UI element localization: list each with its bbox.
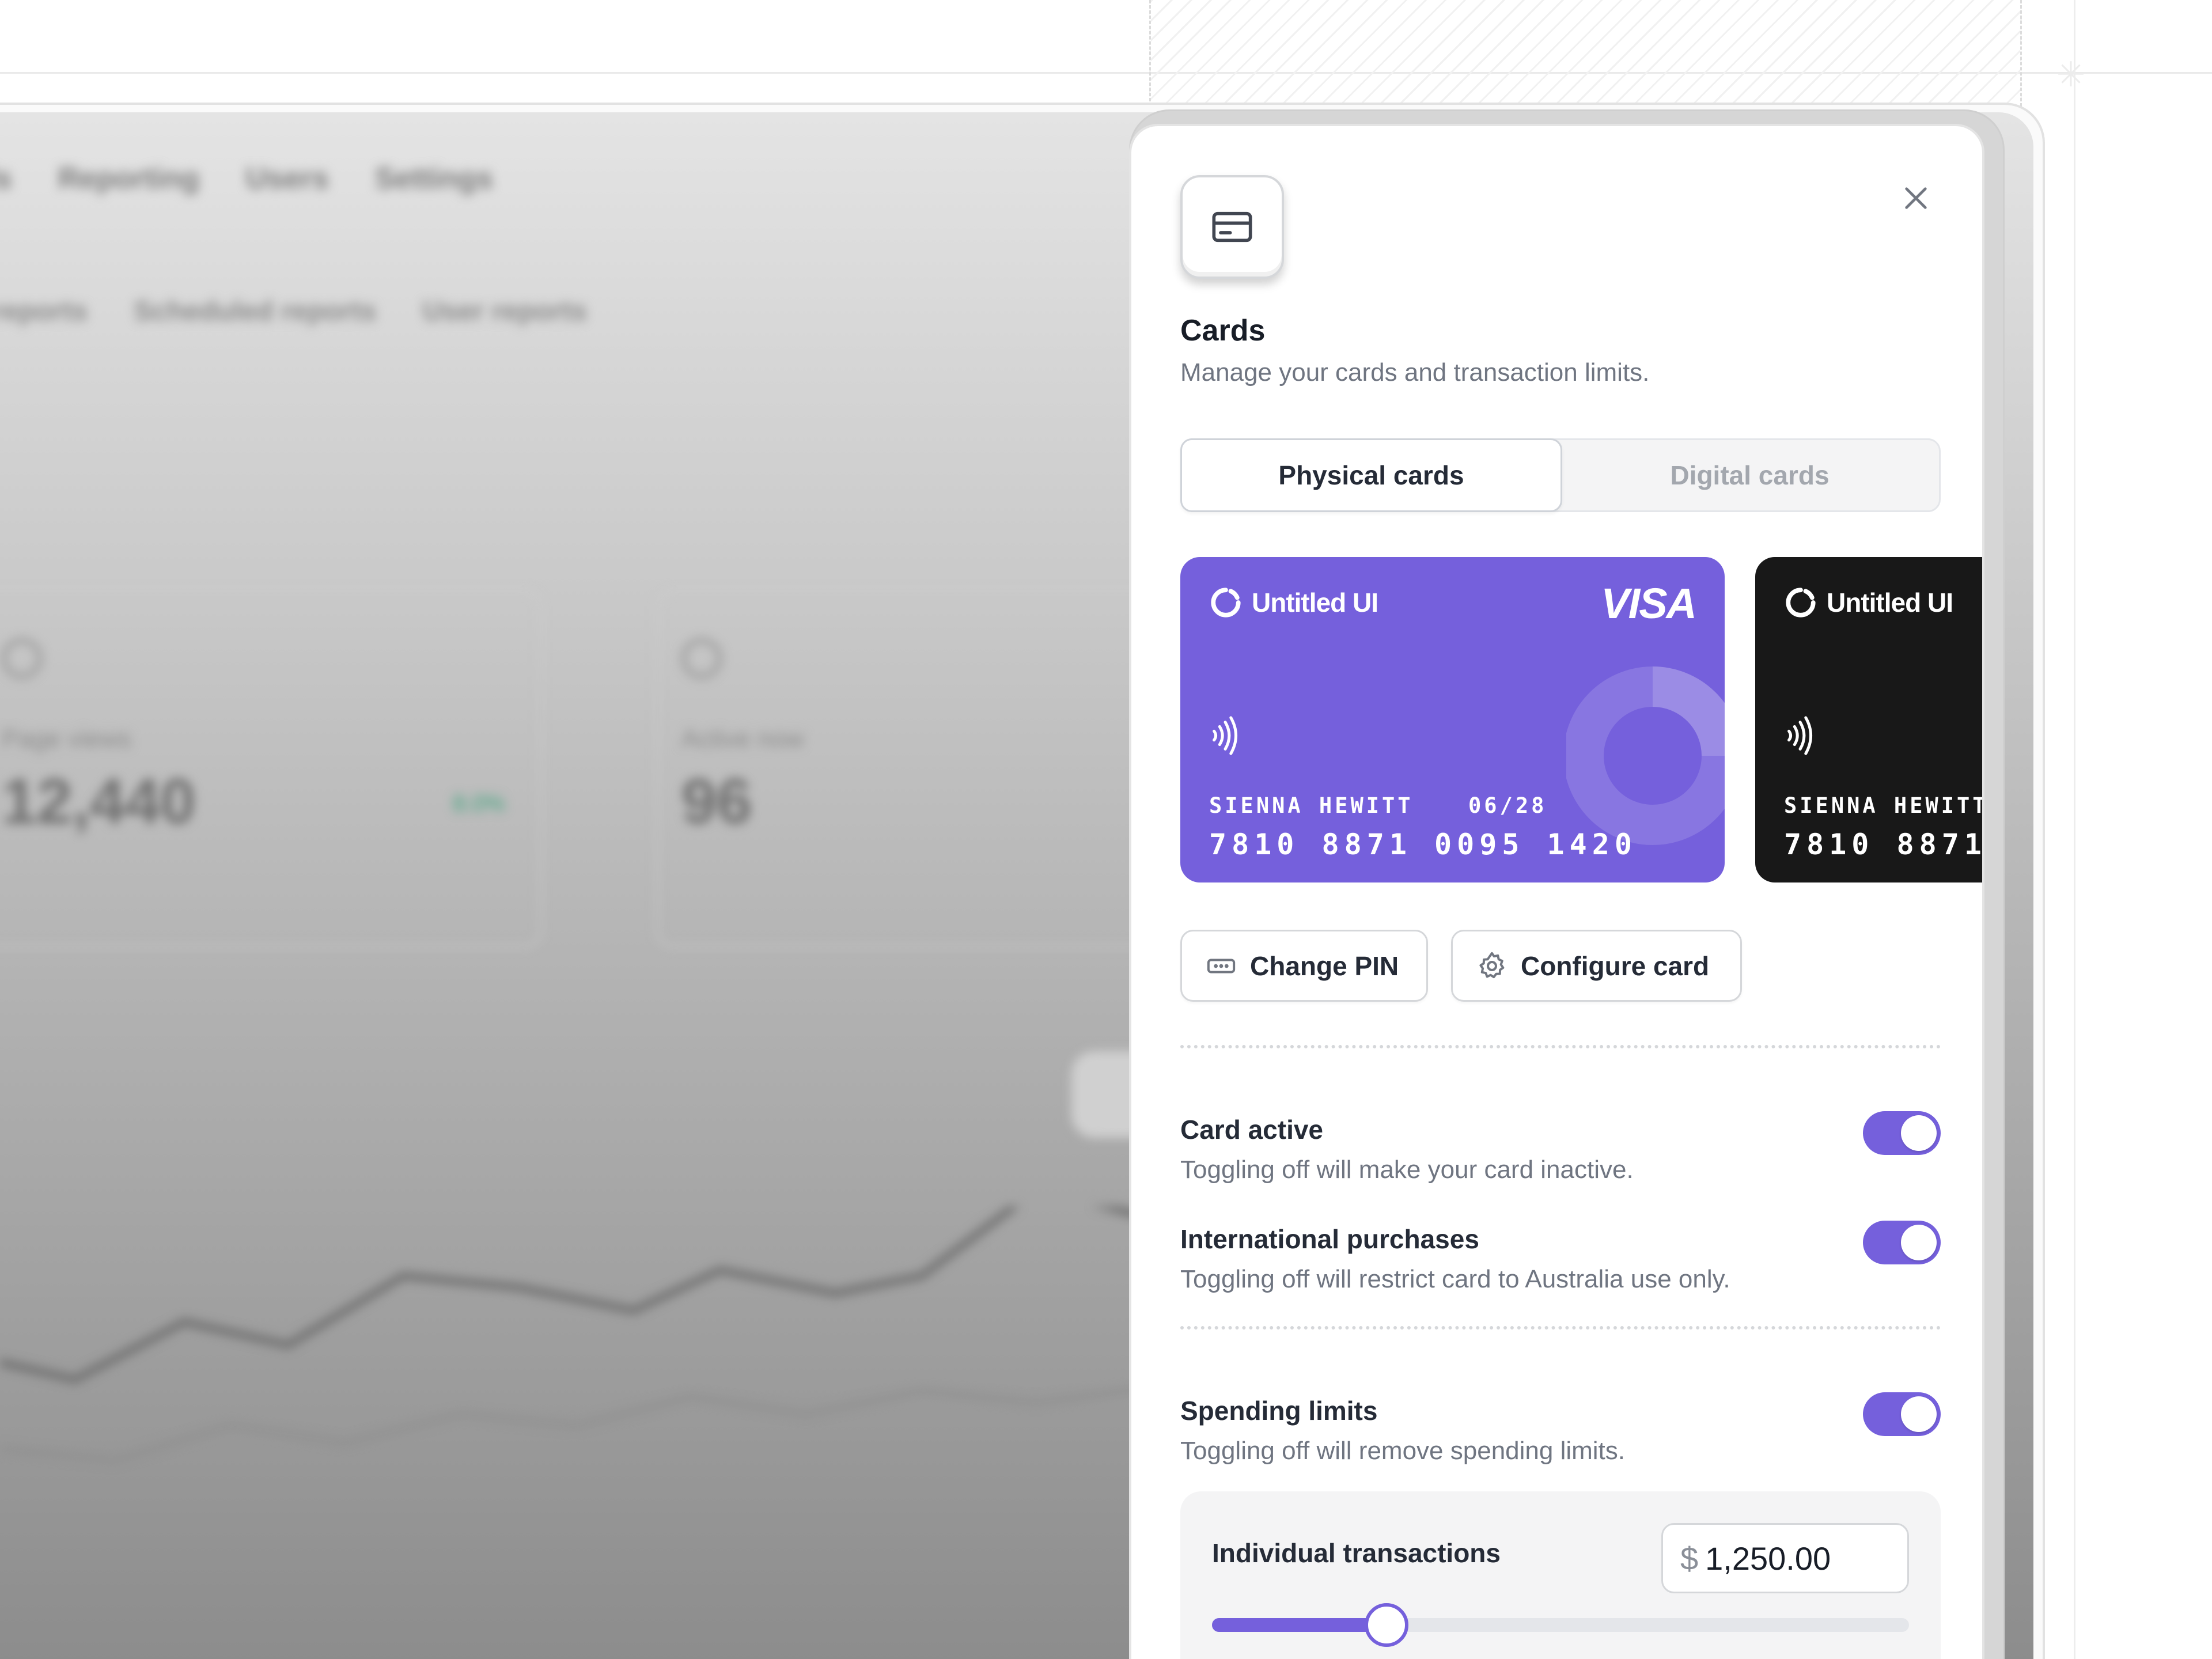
brand-logo-icon — [1211, 588, 1241, 618]
slider-fill — [1212, 1618, 1387, 1632]
background-line-chart — [0, 1207, 1210, 1463]
credit-card-black[interactable]: Untitled UI SIENNA HEWITT 7810 8871 — [1755, 557, 1984, 882]
setting-title: Card active — [1180, 1115, 1324, 1145]
cards-panel: Cards Manage your cards and transaction … — [1129, 124, 1984, 1659]
configure-card-button[interactable]: Configure card — [1451, 930, 1742, 1002]
change-pin-label: Change PIN — [1250, 950, 1399, 981]
card-active-toggle[interactable] — [1863, 1111, 1941, 1155]
setting-description: Toggling off will make your card inactiv… — [1180, 1156, 1634, 1184]
sparkle-icon: ✳ — [2056, 55, 2086, 95]
section-divider — [1180, 1326, 1941, 1330]
background-nav: ds Reporting Users Settings — [0, 161, 493, 196]
setting-description: Toggling off will restrict card to Austr… — [1180, 1265, 1730, 1293]
configure-card-label: Configure card — [1521, 950, 1710, 981]
card-type-tabs: Physical cards Digital cards — [1180, 438, 1941, 512]
individual-transactions-box: Individual transactions $ 1,250.00 — [1180, 1491, 1941, 1659]
slider-handle[interactable] — [1364, 1603, 1408, 1647]
background-stat-card: Page views 12,440 8.0% — [0, 590, 541, 948]
background-nav-item: Settings — [374, 162, 493, 195]
background-stat-trend: 8.0% — [452, 791, 505, 816]
transaction-amount-input[interactable]: $ 1,250.00 — [1661, 1523, 1909, 1593]
card-expiry: 06/28 — [1468, 793, 1547, 818]
card-number: 7810 8871 0095 1420 — [1209, 828, 1637, 861]
setting-card-active: Card active Toggling off will make your … — [1180, 1111, 1941, 1184]
hatched-area — [1149, 0, 2022, 107]
tab-physical-cards[interactable]: Physical cards — [1180, 438, 1562, 512]
toggle-knob — [1901, 1396, 1937, 1432]
international-purchases-toggle[interactable] — [1863, 1221, 1941, 1264]
close-icon — [1905, 187, 1927, 209]
card-brand-name: Untitled UI — [1252, 588, 1378, 618]
eye-icon — [2, 638, 42, 679]
background-subnav: l reports Scheduled reports User reports — [0, 296, 587, 327]
setting-title: International purchases — [1180, 1224, 1479, 1254]
tab-digital-cards[interactable]: Digital cards — [1560, 440, 1939, 510]
background-stat-value: 12,440 — [2, 766, 196, 837]
contactless-icon — [1213, 716, 1237, 755]
guide-line — [2074, 0, 2075, 1659]
background-subnav-item: User reports — [422, 296, 587, 327]
card-number: 7810 8871 — [1784, 828, 1984, 861]
limits-title: Individual transactions — [1212, 1538, 1501, 1568]
visa-logo: VISA — [1601, 579, 1697, 627]
card-brand-name: Untitled UI — [1827, 588, 1953, 618]
credit-card-icon — [1180, 175, 1284, 279]
change-pin-button[interactable]: Change PIN — [1180, 930, 1428, 1002]
background-stat-label: Page views — [2, 725, 132, 753]
background-stat-label: Active now — [681, 725, 804, 753]
currency-symbol: $ — [1680, 1540, 1699, 1577]
panel-subtitle: Manage your cards and transaction limits… — [1180, 358, 1650, 387]
background-nav-item: ds — [0, 162, 12, 195]
gear-icon — [1479, 952, 1505, 978]
card-brand: Untitled UI — [1209, 586, 1378, 619]
setting-title: Spending limits — [1180, 1396, 1378, 1426]
setting-description: Toggling off will remove spending limits… — [1180, 1437, 1625, 1465]
toggle-knob — [1901, 1115, 1937, 1151]
card-holder-name: SIENNA HEWITT — [1784, 793, 1984, 818]
section-divider — [1180, 1045, 1941, 1048]
spending-limits-toggle[interactable] — [1863, 1392, 1941, 1436]
background-stat-value: 96 — [681, 766, 752, 837]
credit-card-purple[interactable]: Untitled UI VISA SIENNA HEWITT 06/28 781… — [1180, 557, 1725, 882]
toggle-knob — [1901, 1225, 1937, 1260]
card-holder-name: SIENNA HEWITT — [1209, 793, 1414, 818]
background-subnav-item: Scheduled reports — [134, 296, 377, 327]
background-nav-item: Reporting — [58, 162, 200, 195]
brand-logo-icon — [1786, 588, 1816, 618]
card-decoration — [1566, 666, 1725, 845]
setting-spending-limits: Spending limits Toggling off will remove… — [1180, 1392, 1941, 1465]
setting-international-purchases: International purchases Toggling off wil… — [1180, 1221, 1941, 1294]
contactless-icon — [1787, 716, 1812, 755]
background-nav-item: Users — [245, 162, 329, 195]
card-brand: Untitled UI — [1784, 586, 1953, 619]
user-icon — [681, 638, 722, 679]
amount-value: 1,250.00 — [1705, 1540, 1831, 1577]
background-subnav-item: l reports — [0, 296, 88, 327]
limit-slider[interactable] — [1212, 1603, 1909, 1647]
panel-title: Cards — [1180, 314, 1266, 347]
password-icon — [1207, 959, 1236, 973]
close-button[interactable] — [1893, 175, 1939, 221]
